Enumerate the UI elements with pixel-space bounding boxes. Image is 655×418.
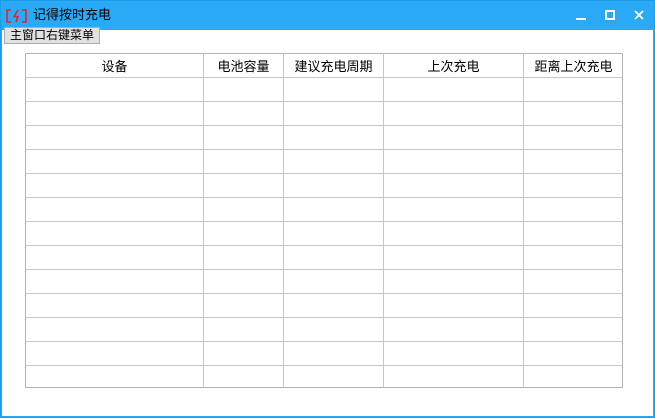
table-cell[interactable] [383,317,524,342]
table-cell[interactable] [383,77,524,102]
table-cell[interactable] [203,125,284,150]
table-row[interactable] [26,317,622,342]
table-cell[interactable] [203,149,284,174]
table-cell[interactable] [26,221,204,246]
table-cell[interactable] [203,221,284,246]
table-header-row: 设备 电池容量 建议充电周期 上次充电 距离上次充电 [26,54,622,78]
table-cell[interactable] [523,245,622,270]
table-cell[interactable] [283,317,384,342]
client-area: 主窗口右键菜单 设备 电池容量 建议充电周期 上次充电 距离上次充电 [2,27,653,416]
table-cell[interactable] [283,125,384,150]
table-cell[interactable] [203,293,284,318]
table-cell[interactable] [26,365,204,387]
table-cell[interactable] [523,317,622,342]
table-row[interactable] [26,101,622,126]
table-row[interactable] [26,221,622,246]
device-table[interactable]: 设备 电池容量 建议充电周期 上次充电 距离上次充电 [25,53,623,388]
table-cell[interactable] [383,173,524,198]
context-menu-button[interactable]: 主窗口右键菜单 [4,27,101,44]
table-row[interactable] [26,269,622,294]
close-icon [634,9,644,24]
battery-charging-icon [6,9,28,23]
table-cell[interactable] [383,101,524,126]
table-cell[interactable] [523,341,622,366]
window-title: 记得按时充电 [33,8,112,23]
table-cell[interactable] [26,245,204,270]
table-cell[interactable] [283,269,384,294]
table-row[interactable] [26,341,622,366]
table-row[interactable] [26,365,622,387]
table-cell[interactable] [523,101,622,126]
table-cell[interactable] [283,101,384,126]
table-cell[interactable] [383,125,524,150]
table-cell[interactable] [283,341,384,366]
table-cell[interactable] [523,173,622,198]
table-cell[interactable] [283,173,384,198]
app-window: 记得按时充电 主窗口右键菜单 设备 电池容量 建议充电周期 上次充电 距离上次充… [0,0,655,418]
table-cell[interactable] [523,365,622,387]
table-cell[interactable] [523,125,622,150]
table-cell[interactable] [523,197,622,222]
table-row[interactable] [26,77,622,102]
table-cell[interactable] [383,197,524,222]
table-cell[interactable] [203,101,284,126]
table-row[interactable] [26,245,622,270]
table-cell[interactable] [523,149,622,174]
table-cell[interactable] [383,149,524,174]
table-cell[interactable] [203,317,284,342]
table-cell[interactable] [283,365,384,387]
table-cell[interactable] [203,197,284,222]
table-cell[interactable] [383,365,524,387]
table-row[interactable] [26,149,622,174]
column-header-device[interactable]: 设备 [26,54,204,78]
table-cell[interactable] [26,101,204,126]
table-cell[interactable] [26,269,204,294]
table-cell[interactable] [383,221,524,246]
table-cell[interactable] [283,149,384,174]
table-cell[interactable] [523,221,622,246]
table-cell[interactable] [523,77,622,102]
column-header-last-charge[interactable]: 上次充电 [383,54,524,78]
table-cell[interactable] [26,149,204,174]
column-header-since-last-charge[interactable]: 距离上次充电 [523,54,622,78]
table-cell[interactable] [203,77,284,102]
table-cell[interactable] [26,77,204,102]
maximize-icon [605,9,615,24]
table-cell[interactable] [26,317,204,342]
table-cell[interactable] [283,197,384,222]
maximize-button[interactable] [597,5,623,27]
minimize-icon [576,9,586,24]
close-button[interactable] [626,5,652,27]
table-cell[interactable] [203,245,284,270]
table-cell[interactable] [26,293,204,318]
table-cell[interactable] [283,221,384,246]
device-grid: 设备 电池容量 建议充电周期 上次充电 距离上次充电 [26,54,622,387]
table-row[interactable] [26,293,622,318]
minimize-button[interactable] [568,5,594,27]
table-cell[interactable] [203,269,284,294]
table-cell[interactable] [283,77,384,102]
table-cell[interactable] [383,341,524,366]
table-row[interactable] [26,125,622,150]
table-cell[interactable] [203,173,284,198]
table-row[interactable] [26,197,622,222]
table-cell[interactable] [383,245,524,270]
table-row[interactable] [26,173,622,198]
table-cell[interactable] [26,173,204,198]
table-cell[interactable] [523,269,622,294]
table-cell[interactable] [203,365,284,387]
table-cell[interactable] [26,341,204,366]
table-cell[interactable] [383,269,524,294]
table-cell[interactable] [26,197,204,222]
table-cell[interactable] [523,293,622,318]
column-header-charge-cycle[interactable]: 建议充电周期 [283,54,384,78]
table-cell[interactable] [203,341,284,366]
table-cell[interactable] [26,125,204,150]
table-cell[interactable] [383,293,524,318]
table-cell[interactable] [283,293,384,318]
column-header-battery-capacity[interactable]: 电池容量 [203,54,284,78]
table-cell[interactable] [283,245,384,270]
